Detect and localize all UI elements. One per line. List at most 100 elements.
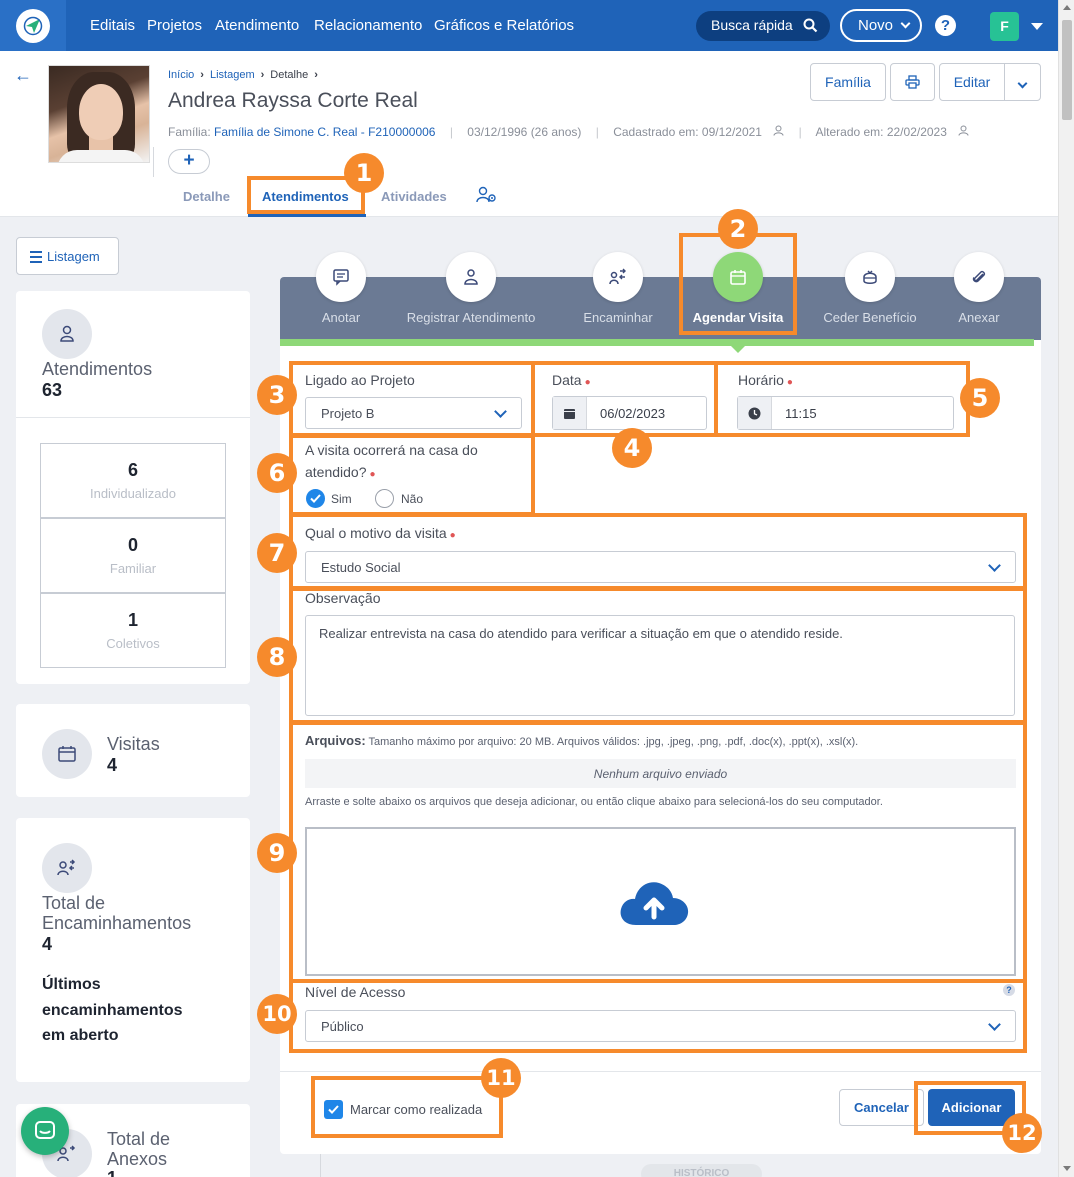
scrollbar[interactable]: [1058, 0, 1074, 1177]
check-icon: [310, 494, 321, 503]
help-icon[interactable]: ?: [935, 15, 956, 36]
stat-coletivos: 1 Coletivos: [40, 593, 226, 668]
annotation-badge-11: 11: [481, 1058, 521, 1098]
chat-icon: [35, 1121, 55, 1139]
data-input[interactable]: 06/02/2023: [552, 396, 707, 430]
top-navbar: Editais Projetos Atendimento Relacioname…: [0, 0, 1058, 51]
ultimos-line1: Últimos: [42, 976, 101, 993]
user-icon: [42, 309, 92, 359]
historico-badge: HISTÓRICO: [641, 1164, 762, 1177]
action-registrar-atendimento[interactable]: Registrar Atendimento: [391, 252, 551, 325]
visitas-label: Visitas: [107, 734, 160, 754]
casa-label-2: atendido? ●: [305, 464, 376, 480]
familia-button[interactable]: Família: [810, 63, 886, 101]
projeto-select[interactable]: Projeto B: [305, 397, 522, 429]
logo[interactable]: [0, 0, 66, 51]
editar-button[interactable]: Editar: [939, 63, 1005, 101]
back-arrow-icon[interactable]: ←: [14, 65, 32, 86]
nav-atendimento[interactable]: Atendimento: [215, 17, 299, 34]
editar-dropdown-button[interactable]: [1004, 63, 1041, 101]
paperclip-icon: [972, 270, 986, 283]
annotation-badge-3: 3: [257, 375, 297, 415]
anexos-count: 1: [107, 1168, 117, 1177]
motivo-select[interactable]: Estudo Social: [305, 551, 1016, 583]
encaminhamentos-label-1: Total de: [42, 893, 106, 913]
active-action-indicator: [280, 339, 1034, 346]
horario-value: 11:15: [785, 406, 817, 421]
motivo-label: Qual o motivo da visita ●: [305, 525, 456, 541]
quick-search-label: Busca rápida: [711, 17, 793, 33]
file-dropzone[interactable]: [305, 827, 1016, 976]
scroll-down-icon[interactable]: [1063, 1166, 1071, 1171]
realizada-label[interactable]: Marcar como realizada: [350, 1102, 482, 1117]
observacao-textarea[interactable]: Realizar entrevista na casa do atendido …: [305, 615, 1015, 716]
active-tab-indicator: [248, 214, 366, 217]
arquivos-info-text: Tamanho máximo por arquivo: 20 MB. Arqui…: [368, 736, 859, 748]
list-icon: [30, 251, 42, 266]
atendimentos-count: 63: [42, 380, 63, 400]
listagem-label: Listagem: [47, 249, 100, 264]
breadcrumb-detalhe: Detalhe: [270, 69, 309, 81]
page-title: Andrea Rayssa Corte Real: [168, 89, 418, 112]
cloud-upload-icon: [620, 882, 689, 925]
familia-link[interactable]: Família de Simone C. Real - F210000006: [214, 125, 435, 139]
chevron-down-icon: [494, 405, 507, 418]
radio-nao[interactable]: [375, 489, 394, 508]
visitas-count: 4: [107, 755, 118, 775]
scroll-thumb[interactable]: [1062, 20, 1072, 120]
nav-projetos[interactable]: Projetos: [147, 17, 202, 34]
logo-icon: [16, 9, 50, 43]
tab-atividades[interactable]: Atividades: [381, 189, 447, 204]
realizada-checkbox[interactable]: [324, 1100, 343, 1119]
user-avatar[interactable]: F: [990, 12, 1019, 41]
print-button[interactable]: [890, 63, 935, 101]
tab-detalhe[interactable]: Detalhe: [183, 189, 230, 204]
projeto-label: Ligado ao Projeto: [305, 372, 415, 388]
data-value: 06/02/2023: [600, 406, 666, 421]
user-icon: [958, 125, 969, 136]
novo-label: Novo: [858, 17, 894, 34]
ultimos-line2: encaminhamentos: [42, 1002, 183, 1019]
profile-photo: [48, 65, 150, 163]
help-icon[interactable]: ?: [1003, 984, 1015, 996]
breadcrumb: Início › Listagem › Detalhe ›: [168, 69, 318, 81]
nav-editais[interactable]: Editais: [90, 17, 135, 34]
quick-search-button[interactable]: Busca rápida: [696, 11, 830, 41]
active-action-pointer: [731, 346, 745, 353]
chat-button[interactable]: [21, 1107, 69, 1155]
add-button[interactable]: Adicionar: [928, 1089, 1015, 1126]
scroll-up-icon[interactable]: [1063, 5, 1071, 10]
note-icon: [333, 269, 349, 286]
no-files-message: Nenhum arquivo enviado: [305, 759, 1016, 788]
familia-label: Família:: [168, 125, 211, 139]
tab-atendimentos[interactable]: Atendimentos: [262, 189, 349, 204]
annotation-badge-5: 5: [960, 378, 1000, 418]
form-footer-divider: [280, 1071, 1041, 1072]
nav-graficos[interactable]: Gráficos e Relatórios: [434, 17, 574, 34]
breadcrumb-listagem[interactable]: Listagem: [210, 69, 255, 81]
anexos-label-1: Total de: [107, 1129, 171, 1149]
breadcrumb-inicio[interactable]: Início: [168, 69, 194, 81]
add-button[interactable]: +: [168, 149, 210, 174]
nivel-select[interactable]: Público: [305, 1010, 1016, 1042]
annotation-badge-1: 1: [344, 153, 384, 193]
annotation-badge-10: 10: [257, 994, 297, 1034]
forward-icon: [42, 843, 92, 893]
action-anexar[interactable]: Anexar: [899, 252, 1059, 325]
forward-icon: [609, 268, 626, 285]
annotation-badge-4: 4: [612, 428, 652, 468]
chevron-down-icon: [1017, 78, 1028, 89]
calendar-icon: [42, 729, 92, 779]
nivel-label: Nível de Acesso: [305, 984, 406, 1000]
user-menu-caret-icon[interactable]: [1031, 23, 1043, 30]
user-settings-icon[interactable]: [476, 186, 498, 204]
stat-individualizado: 6 Individualizado: [40, 443, 226, 518]
nav-relacionamento[interactable]: Relacionamento: [314, 17, 422, 34]
novo-button[interactable]: Novo: [840, 9, 922, 42]
arquivos-label: Arquivos:: [305, 733, 366, 748]
cancel-button[interactable]: Cancelar: [839, 1089, 924, 1126]
horario-input[interactable]: 11:15: [737, 396, 954, 430]
gift-icon: [863, 270, 877, 284]
radio-sim[interactable]: [306, 489, 325, 508]
listagem-button[interactable]: Listagem: [16, 237, 119, 275]
